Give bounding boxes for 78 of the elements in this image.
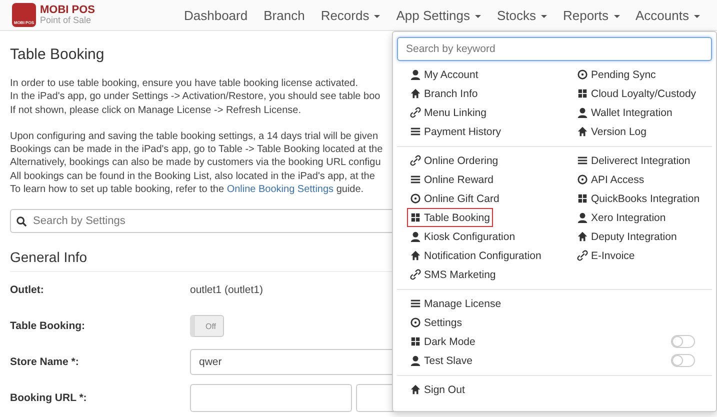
field-label: Table Booking: [10, 320, 86, 332]
brand-tagline: Point of Sale [40, 16, 92, 25]
menu-item[interactable]: QuickBooks Integration [574, 189, 703, 208]
menu-icon [577, 231, 588, 242]
menu-icon [410, 88, 421, 99]
menu-icon [410, 250, 421, 261]
menu-icon [410, 174, 421, 185]
info-text: Bookings can be made in the iPad's app, go to Table -> Table Booking located at the [10, 143, 383, 156]
menu-icon [410, 336, 421, 347]
guide-link[interactable]: Online Booking Settings [226, 184, 334, 196]
menu-item[interactable]: Wallet Integration [574, 103, 676, 122]
nav-link[interactable]: Reports [554, 8, 628, 22]
field-label: Booking URL *: [10, 392, 88, 404]
field-value: outlet1 (outlet1) [190, 284, 263, 296]
nav-link[interactable]: Dashboard [176, 8, 256, 22]
menu-item[interactable]: Online Ordering [407, 151, 502, 170]
toggle-switch[interactable] [671, 335, 695, 348]
menu-item[interactable]: Deliverect Integration [574, 151, 694, 170]
field-label: Store Name *: [10, 356, 80, 368]
menu-icon [577, 69, 588, 80]
menu-item[interactable]: Online Reward [407, 170, 496, 189]
menu-icon [577, 155, 588, 166]
brand-name: MOBI POS [40, 5, 96, 16]
info-text: Alternatively, bookings can also be made by customers via the booking URL configu [10, 156, 381, 170]
menu-item[interactable]: Settings [407, 313, 465, 332]
info-text: All bookings can be found in the Booking List, also located in the iPad's app, at the [10, 170, 375, 184]
menu-icon [410, 384, 421, 395]
menu-icon [410, 107, 421, 118]
menu-item[interactable]: Cloud Loyalty/Custody [574, 84, 700, 103]
info-text: To learn how to set up table booking, refer to the Online Booking Settings guide. [10, 183, 364, 196]
menu-item[interactable]: Payment History [407, 122, 504, 141]
menu-icon [410, 269, 421, 280]
menu-icon [577, 88, 588, 99]
menu-item[interactable]: Notification Configuration [407, 246, 544, 265]
menu-item[interactable]: Pending Sync [574, 65, 659, 84]
nav-link[interactable]: App Settings [388, 8, 489, 22]
menu-icon [410, 298, 421, 309]
menu-item[interactable]: Sign Out [407, 380, 468, 399]
menu-icon [577, 193, 588, 204]
info-text: Upon configuring and saving the table booking settings, a 14 days trial will be given [10, 130, 378, 144]
input-field[interactable] [190, 384, 352, 412]
field-label: Outlet: [10, 284, 45, 296]
menu-icon [410, 193, 421, 204]
menu-icon [410, 155, 421, 166]
menu-icon [577, 107, 588, 118]
info-text: In order to use table booking, ensure you have table booking license activated. [10, 77, 358, 90]
menu-item[interactable]: My Account [407, 65, 482, 84]
menu-item[interactable]: Online Gift Card [407, 189, 502, 208]
nav-link[interactable]: Records [312, 8, 388, 22]
menu-icon [410, 317, 421, 328]
menu-icon [410, 69, 421, 80]
menu-icon [410, 231, 421, 242]
info-text: In the iPad's app, go under Settings -> Activation/Restore, you should see table boo [10, 90, 380, 104]
page-title: Table Booking [10, 46, 104, 63]
keyword-search-field[interactable]: Search by keyword [397, 37, 712, 61]
menu-icon [577, 212, 588, 223]
menu-icon [410, 212, 421, 223]
menu-item[interactable]: API Access [574, 170, 648, 189]
menu-item[interactable]: Manage License [407, 294, 504, 313]
menu-item[interactable]: Table Booking [407, 208, 493, 227]
menu-item[interactable]: Xero Integration [574, 208, 669, 227]
menu-item[interactable]: Version Log [574, 122, 650, 141]
menu-icon [410, 126, 421, 137]
info-text: If not shown, please click on Manage License -> Refresh License. [10, 104, 301, 117]
search-icon [16, 216, 27, 227]
menu-item[interactable]: Branch Info [407, 84, 481, 103]
nav-link[interactable]: Stocks [488, 8, 555, 22]
menu-icon [577, 250, 588, 261]
nav-link[interactable]: Branch [256, 8, 313, 22]
menu-item[interactable]: Dark Mode [407, 332, 478, 351]
nav-link[interactable]: Accounts [628, 8, 708, 22]
menu-item[interactable]: E-Invoice [574, 246, 638, 265]
toggle-switch[interactable] [671, 354, 695, 367]
menu-item[interactable]: Test Slave [407, 351, 476, 370]
menu-icon [577, 126, 588, 137]
menu-icon [410, 355, 421, 366]
menu-item[interactable]: Menu Linking [407, 103, 490, 122]
menu-icon [577, 174, 588, 185]
